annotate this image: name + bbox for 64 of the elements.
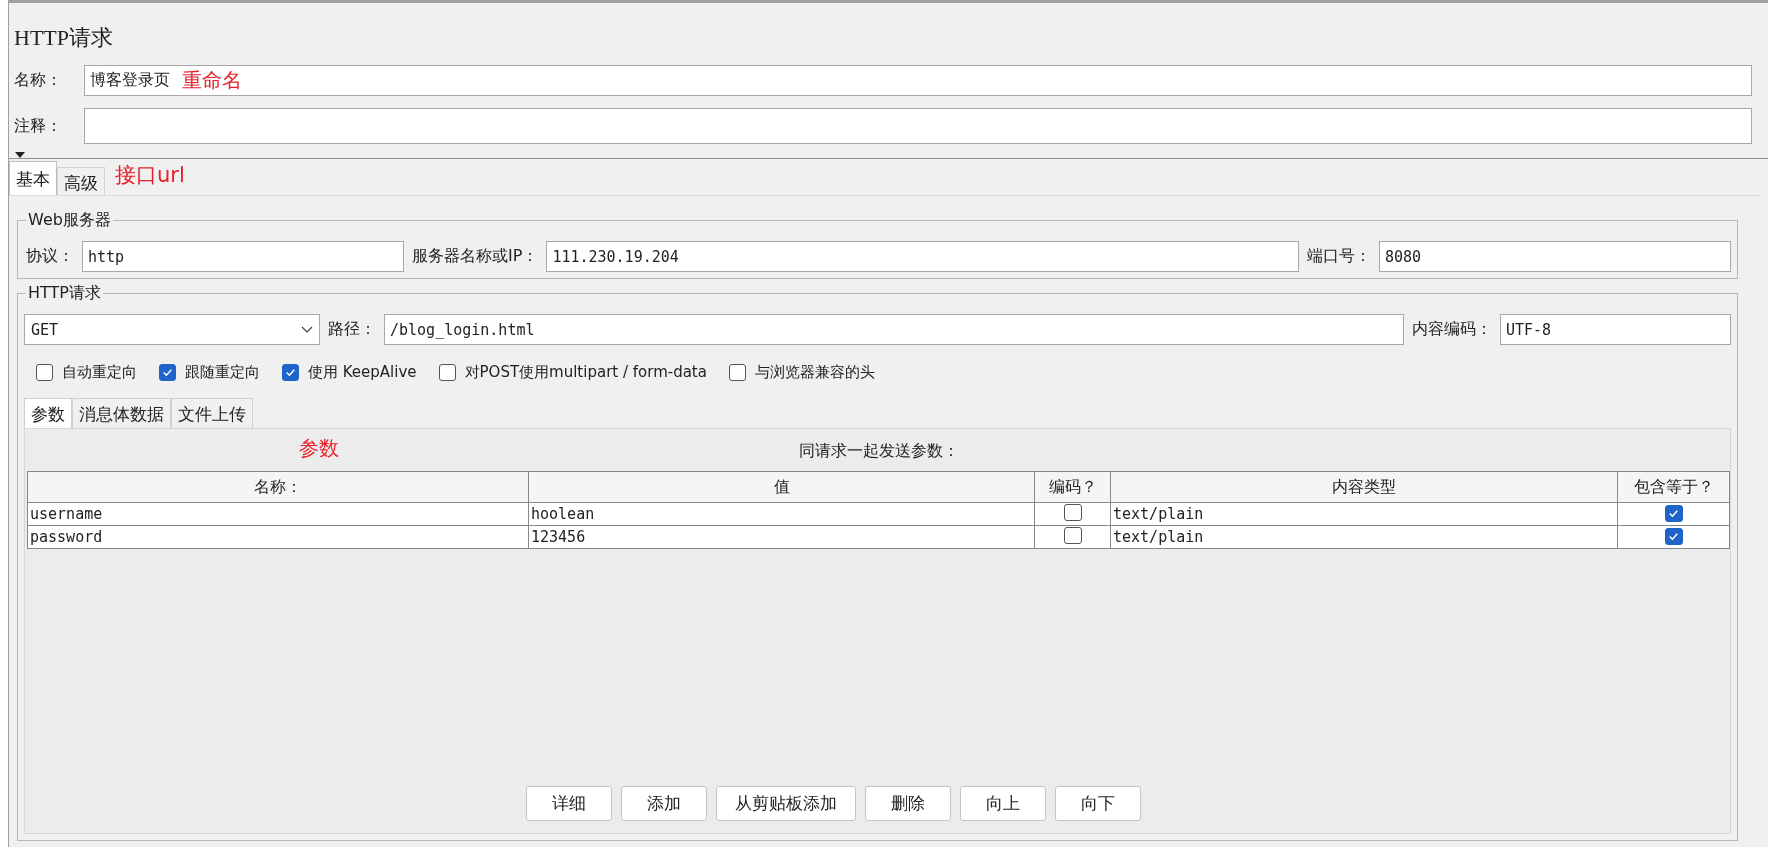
method-dropdown[interactable]: GET <box>24 314 320 345</box>
group-title: Web服务器 <box>26 210 113 231</box>
checkbox[interactable] <box>1063 503 1082 521</box>
checkbox-label: 自动重定向 <box>62 363 137 382</box>
annotation-text: 接口url <box>114 162 185 189</box>
checkbox[interactable] <box>1063 526 1082 544</box>
text-field[interactable]: 8080 <box>1379 241 1731 272</box>
column-header[interactable]: 值 <box>528 471 1035 503</box>
checkbox-label: 对POST使用multipart / form-data <box>464 363 707 382</box>
checkbox[interactable] <box>438 364 456 381</box>
checkbox[interactable] <box>282 364 299 381</box>
table-cell: hoolean <box>528 502 1035 526</box>
action-button[interactable]: 添加 <box>621 786 707 821</box>
field-value: 111.230.19.204 <box>552 247 679 266</box>
table-cell: text/plain <box>1110 502 1618 526</box>
field-value: 8080 <box>1385 247 1422 266</box>
checkbox-label: 使用 KeepAlive <box>308 363 417 382</box>
checkbox-label: 跟随重定向 <box>185 363 260 382</box>
field-value: UTF-8 <box>1506 320 1552 339</box>
text-field[interactable]: 111.230.19.204 <box>546 241 1299 272</box>
column-header[interactable]: 包含等于？ <box>1617 471 1730 503</box>
table-cell: username <box>27 502 529 526</box>
field-label: 名称： <box>14 70 63 91</box>
dropdown-value: GET <box>31 320 59 339</box>
tab[interactable]: 参数 <box>24 398 72 428</box>
field-label: 注释： <box>14 115 63 137</box>
action-button[interactable]: 详细 <box>526 786 612 821</box>
column-header[interactable]: 内容类型 <box>1110 471 1618 503</box>
action-button[interactable]: 向上 <box>960 786 1046 821</box>
field-value: 博客登录页 <box>90 70 170 91</box>
table-caption: 同请求一起发送参数： <box>798 440 959 462</box>
checkbox[interactable] <box>1664 527 1683 545</box>
tab[interactable]: 高级 <box>57 167 105 195</box>
field-label: 服务器名称或IP： <box>411 246 540 267</box>
action-button[interactable]: 删除 <box>865 786 951 821</box>
comment-field[interactable] <box>84 108 1752 144</box>
checkbox-label: 与浏览器兼容的头 <box>754 363 875 382</box>
annotation-text: 参数 <box>299 435 339 462</box>
field-value: /blog_login.html <box>390 320 535 339</box>
field-label: 内容编码： <box>1411 319 1493 340</box>
checkbox[interactable] <box>159 364 176 381</box>
name-field[interactable]: 博客登录页 重命名 <box>84 65 1752 96</box>
text-field[interactable]: http <box>82 241 404 272</box>
field-label: 路径： <box>327 319 377 340</box>
path-field[interactable]: /blog_login.html <box>384 314 1404 345</box>
column-header[interactable]: 名称： <box>27 471 529 503</box>
checkbox[interactable] <box>728 364 746 381</box>
chevron-down-icon <box>301 326 313 333</box>
action-button[interactable]: 向下 <box>1055 786 1141 821</box>
checkbox[interactable] <box>1664 504 1683 522</box>
table-cell: password <box>27 525 529 549</box>
table-cell: 123456 <box>528 525 1035 549</box>
annotation-text: 重命名 <box>182 67 242 94</box>
checkbox[interactable] <box>36 364 53 381</box>
field-label: 协议： <box>25 246 75 267</box>
action-button[interactable]: 从剪贴板添加 <box>716 786 856 821</box>
table-cell: text/plain <box>1110 525 1618 549</box>
field-label: 端口号： <box>1306 246 1372 267</box>
encoding-field[interactable]: UTF-8 <box>1500 314 1731 345</box>
field-value: http <box>88 247 125 266</box>
panel-title: HTTP请求 <box>14 24 114 52</box>
column-header[interactable]: 编码？ <box>1034 471 1111 503</box>
tab[interactable]: 基本 <box>9 161 57 195</box>
collapse-arrow-icon[interactable] <box>15 152 25 158</box>
